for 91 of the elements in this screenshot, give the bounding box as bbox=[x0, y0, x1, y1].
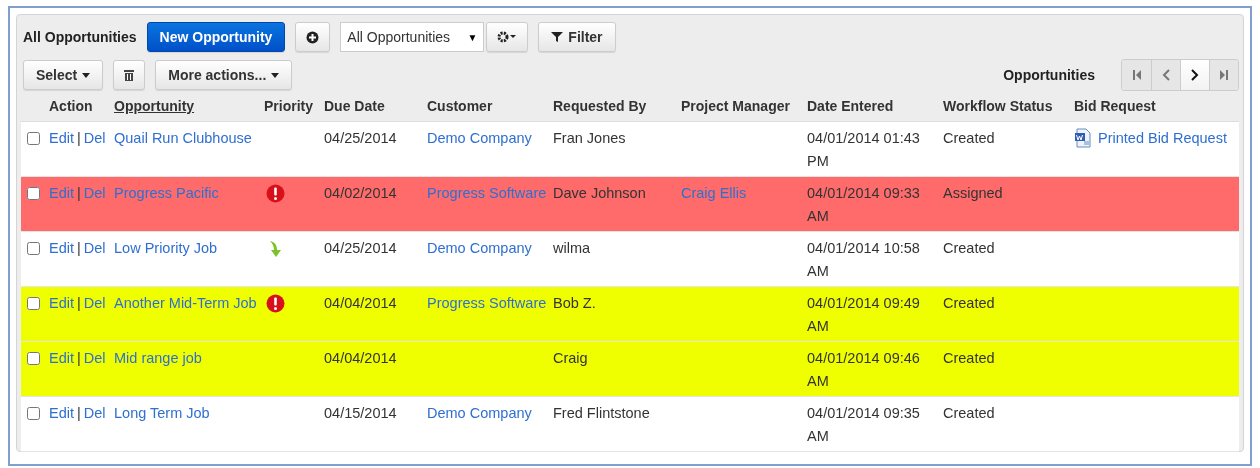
table-cell-text: 04/25/2014 bbox=[324, 130, 398, 146]
view-select[interactable]: All Opportunities ▼ bbox=[340, 22, 485, 52]
chevron-right-icon bbox=[1191, 69, 1199, 81]
table-cell-text: Fran Jones bbox=[553, 130, 627, 146]
table-cell-text: 04/01/2014 09:35 AM bbox=[807, 404, 921, 446]
customer-link[interactable]: Progress Software bbox=[427, 292, 551, 315]
table-cell-text: Fred Flintstone bbox=[553, 405, 651, 421]
caret-icon bbox=[271, 72, 280, 78]
customer-link[interactable]: Demo Company bbox=[427, 127, 536, 150]
table-cell-text: 04/01/2014 01:43 PM bbox=[807, 129, 921, 171]
table-cell-text: 04/01/2014 09:33 AM bbox=[807, 184, 921, 226]
gear-icon bbox=[497, 31, 518, 43]
settings-button[interactable] bbox=[486, 22, 529, 52]
column-header: Bid Request bbox=[1074, 98, 1157, 114]
opportunity-link[interactable]: Another Mid-Term Job bbox=[114, 292, 261, 315]
edit-link[interactable]: Edit bbox=[49, 127, 74, 150]
table-cell-text: Created bbox=[943, 350, 996, 366]
delete-link[interactable]: Del bbox=[83, 402, 110, 425]
separator: | bbox=[77, 294, 81, 313]
row-checkbox[interactable] bbox=[27, 132, 40, 145]
row-checkbox[interactable] bbox=[27, 407, 40, 420]
opportunity-link[interactable]: Low Priority Job bbox=[114, 237, 222, 260]
opportunity-link[interactable]: Quail Run Clubhouse bbox=[114, 127, 256, 150]
column-header: Date Entered bbox=[807, 98, 895, 114]
row-checkbox[interactable] bbox=[27, 242, 40, 255]
add-button[interactable] bbox=[295, 22, 331, 52]
table-cell-text: 04/01/2014 09:46 AM bbox=[807, 349, 921, 391]
separator: | bbox=[77, 404, 81, 423]
column-header: Priority bbox=[264, 98, 314, 114]
new-opportunity-button[interactable]: New Opportunity bbox=[146, 22, 286, 52]
separator: | bbox=[77, 129, 81, 148]
edit-link[interactable]: Edit bbox=[49, 347, 74, 370]
column-header: Requested By bbox=[553, 98, 648, 114]
filter-button[interactable]: Filter bbox=[538, 22, 616, 52]
column-header: Workflow Status bbox=[943, 98, 1054, 114]
table-cell-text: Created bbox=[943, 130, 996, 146]
alert-icon bbox=[266, 184, 285, 203]
table-cell-text: wilma bbox=[553, 240, 592, 256]
table-cell-text: Created bbox=[943, 405, 996, 421]
bid-request-link[interactable]: Printed Bid Request bbox=[1098, 127, 1231, 150]
edit-link[interactable]: Edit bbox=[49, 402, 74, 425]
trash-icon bbox=[124, 69, 135, 81]
filter-icon bbox=[551, 31, 564, 43]
delete-link[interactable]: Del bbox=[83, 237, 110, 260]
table-cell-text: Bob Z. bbox=[553, 295, 597, 311]
last-page-icon bbox=[1219, 69, 1229, 81]
table-cell-text: Craig bbox=[553, 350, 589, 366]
table-cell-text: 04/25/2014 bbox=[324, 240, 398, 256]
row-checkbox[interactable] bbox=[27, 187, 40, 200]
page-title: All Opportunities bbox=[23, 29, 137, 45]
caret-icon bbox=[82, 72, 91, 78]
column-header[interactable]: Opportunity bbox=[114, 98, 264, 114]
separator: | bbox=[77, 349, 81, 368]
table-cell-text: Dave Johnson bbox=[553, 185, 647, 201]
table-cell-text: 04/02/2014 bbox=[324, 185, 398, 201]
column-header: Project Manager bbox=[681, 98, 791, 114]
more-actions-button[interactable]: More actions... bbox=[155, 60, 293, 90]
customer-link[interactable]: Demo Company bbox=[427, 402, 536, 425]
page-button[interactable] bbox=[1180, 60, 1209, 90]
table-cell-text: 04/15/2014 bbox=[324, 405, 398, 421]
row-checkbox[interactable] bbox=[27, 352, 40, 365]
column-header: Due Date bbox=[324, 98, 386, 114]
plus-circle-icon bbox=[306, 30, 320, 44]
delete-link[interactable]: Del bbox=[83, 292, 110, 315]
column-header: Customer bbox=[427, 98, 494, 114]
alert-icon bbox=[266, 294, 285, 313]
separator: | bbox=[77, 239, 81, 258]
delete-link[interactable]: Del bbox=[83, 347, 110, 370]
table-cell-text: 04/01/2014 09:49 AM bbox=[807, 294, 921, 336]
edit-link[interactable]: Edit bbox=[49, 292, 74, 315]
table-cell-text: Created bbox=[943, 240, 996, 256]
table-cell-text: Created bbox=[943, 295, 996, 311]
select-button[interactable]: Select bbox=[23, 60, 104, 90]
list-title: Opportunities bbox=[1003, 67, 1095, 83]
delete-link[interactable]: Del bbox=[83, 127, 110, 150]
row-checkbox[interactable] bbox=[27, 297, 40, 310]
down-arrow-icon bbox=[268, 239, 284, 259]
table-cell-text: 04/01/2014 10:58 AM bbox=[807, 239, 921, 281]
customer-link[interactable]: Demo Company bbox=[427, 237, 536, 260]
delete-button[interactable] bbox=[113, 60, 146, 90]
document-icon bbox=[1074, 128, 1092, 148]
table-cell-text: 04/04/2014 bbox=[324, 350, 398, 366]
opportunity-link[interactable]: Mid range job bbox=[114, 347, 206, 370]
table-cell-text: Assigned bbox=[943, 185, 1004, 201]
edit-link[interactable]: Edit bbox=[49, 237, 74, 260]
opportunity-link[interactable]: Long Term Job bbox=[114, 402, 214, 425]
column-header: Action bbox=[49, 98, 94, 114]
first-page-icon bbox=[1131, 69, 1142, 81]
table-cell-text: 04/04/2014 bbox=[324, 295, 398, 311]
separator: | bbox=[77, 184, 81, 203]
chevron-left-icon bbox=[1162, 69, 1170, 81]
